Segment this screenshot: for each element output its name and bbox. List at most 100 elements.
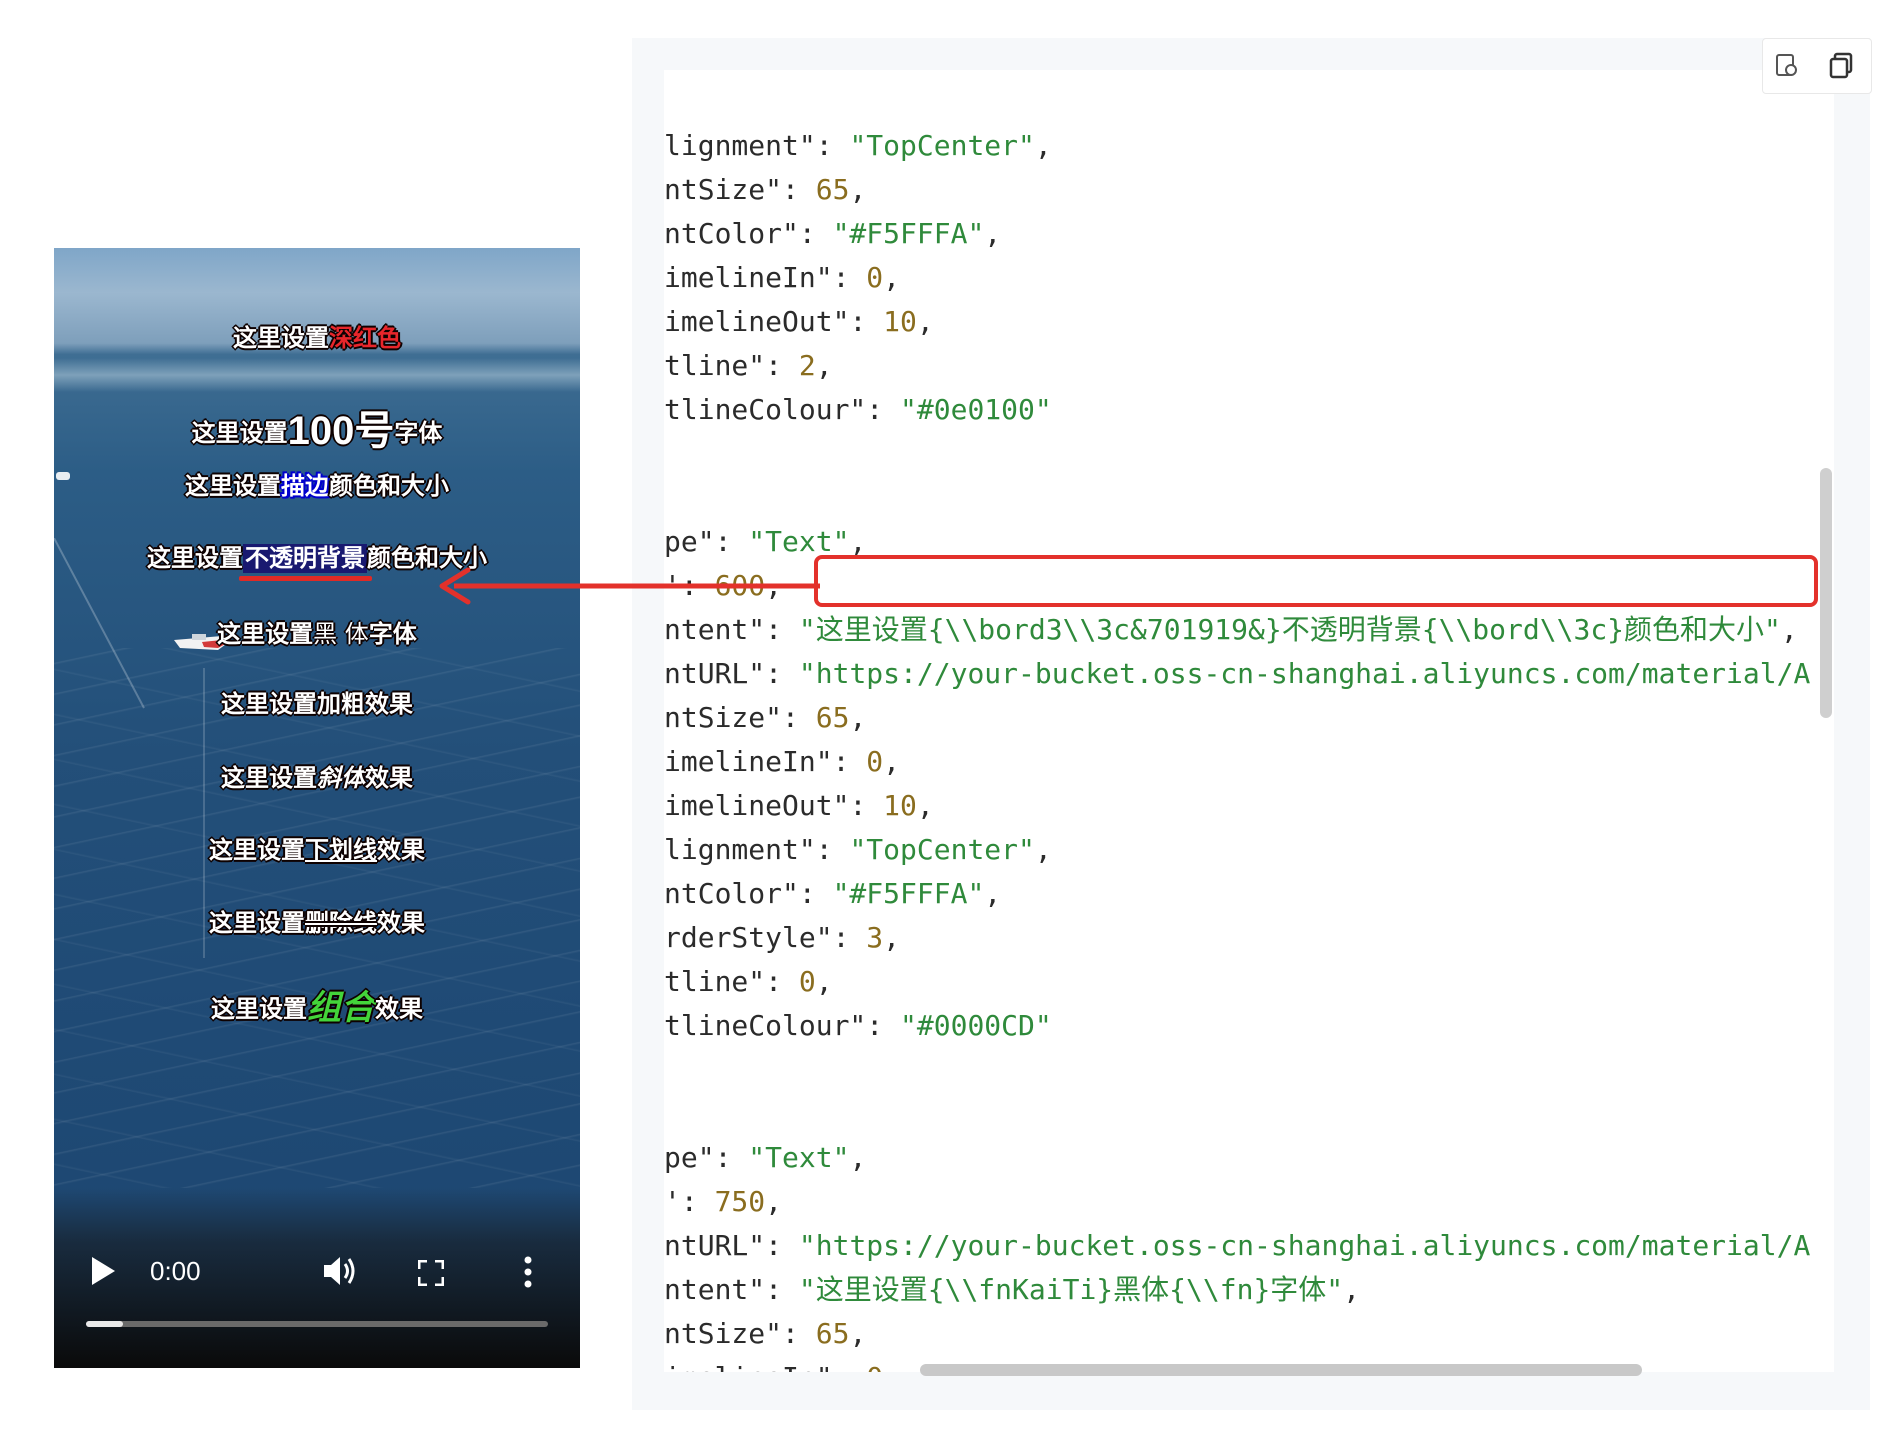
code-key: imelineOut"	[664, 789, 850, 822]
subtitle-size-100: 这里设置100号字体	[191, 409, 443, 453]
code-viewer[interactable]: lignment": "TopCenter", ntSize": 65, ntCol…	[664, 70, 1834, 1372]
code-punctuation: ,	[916, 789, 934, 822]
code-separator: :	[714, 525, 749, 558]
vertical-scrollbar[interactable]	[1820, 468, 1832, 718]
code-line: ': 750,	[664, 1180, 782, 1224]
code-key: ntURL"	[664, 657, 766, 690]
code-separator: :	[832, 261, 867, 294]
code-key: ntSize"	[664, 173, 783, 206]
code-separator: :	[680, 1185, 715, 1218]
code-value: "https://your-bucket.oss-cn-shanghai.ali…	[798, 657, 1811, 690]
code-line: ntColor": "#F5FFFA",	[664, 212, 1001, 256]
code-punctuation: ,	[849, 1141, 867, 1174]
code-line: ntSize": 65,	[664, 168, 866, 212]
code-value: 3	[866, 921, 884, 954]
code-value: "这里设置{\\fnKaiTi}黑体{\\fn}字体"	[798, 1273, 1344, 1306]
code-separator: :	[782, 1317, 816, 1350]
code-line: imelineOut": 10,	[664, 300, 934, 344]
code-line: lignment": "TopCenter",	[664, 828, 1052, 872]
code-value: "TopCenter"	[849, 833, 1035, 866]
code-line: rderStyle": 3,	[664, 916, 900, 960]
code-line: imelineOut": 10,	[664, 784, 934, 828]
subtitle-outline-color: 这里设置描边颜色和大小	[185, 473, 449, 500]
code-line: pe": "Text",	[664, 1136, 866, 1180]
code-key: ntColor"	[664, 217, 799, 250]
code-punctuation: ,	[849, 173, 867, 206]
subtitle-kaiti-font: 这里设置黑 体字体	[217, 620, 417, 648]
code-key: ntSize"	[664, 1317, 783, 1350]
boat-wake-lines	[54, 538, 205, 958]
code-key: imelineIn"	[664, 745, 833, 778]
more-vertical-icon[interactable]	[524, 1256, 532, 1288]
code-panel: lignment": "TopCenter", ntSize": 65, ntCol…	[632, 38, 1872, 1410]
code-value: 65	[815, 1317, 850, 1350]
code-value: 0	[866, 745, 884, 778]
code-line: ntColor": "#F5FFFA",	[664, 872, 1001, 916]
code-punctuation: ,	[883, 1361, 900, 1372]
code-punctuation: ,	[1034, 833, 1052, 866]
subtitle-bold: 这里设置加粗效果	[221, 691, 413, 718]
code-line: tlineColour": "#0e0100"	[664, 388, 1052, 432]
code-separator: :	[765, 349, 799, 382]
code-punctuation: ,	[984, 877, 1002, 910]
code-value: 65	[815, 701, 850, 734]
code-key: ntent"	[664, 1273, 766, 1306]
code-separator: :	[765, 613, 799, 646]
code-separator: :	[832, 745, 867, 778]
progress-bar[interactable]	[86, 1321, 548, 1327]
code-value: 0	[798, 965, 816, 998]
code-punctuation: ,	[883, 745, 901, 778]
code-separator: :	[815, 129, 850, 162]
code-key: ntSize"	[664, 701, 783, 734]
code-value: "https://your-bucket.oss-cn-shanghai.ali…	[798, 1229, 1811, 1262]
code-key: pe"	[664, 525, 715, 558]
code-key: ntColor"	[664, 877, 799, 910]
code-punctuation: ,	[849, 1317, 867, 1350]
fullscreen-icon[interactable]	[418, 1260, 444, 1286]
subtitle-underline: 这里设置下划线效果	[209, 837, 425, 864]
code-value: "TopCenter"	[849, 129, 1035, 162]
refresh-icon[interactable]	[1772, 50, 1802, 80]
code-punctuation: ,	[815, 349, 833, 382]
code-key: lignment"	[664, 129, 816, 162]
code-key: ntent"	[664, 613, 766, 646]
subtitle-strikethrough: 这里设置删除线效果	[209, 910, 425, 937]
code-separator: :	[714, 1141, 749, 1174]
code-value: 10	[883, 789, 917, 822]
code-key: lignment"	[664, 833, 816, 866]
code-line: tline": 2,	[664, 344, 833, 388]
code-value: 0	[866, 261, 884, 294]
code-line: tlineColour": "#0000CD"	[664, 1004, 1052, 1048]
video-player[interactable]: 这里设置深红色 这里设置100号字体 这里设置描边颜色和大小 这里设置不透明背景…	[54, 248, 580, 1368]
volume-icon[interactable]	[322, 1254, 358, 1288]
code-line: ntent": "这里设置{\\bord3\\3c&701919&}不透明背景{…	[664, 608, 1798, 652]
code-line: tline": 0,	[664, 960, 833, 1004]
code-value: "#0e0100"	[900, 393, 1052, 426]
code-line: ntent": "这里设置{\\fnKaiTi}黑体{\\fn}字体",	[664, 1268, 1360, 1312]
code-key: '	[664, 1185, 681, 1218]
code-separator: :	[849, 305, 884, 338]
code-separator: :	[765, 965, 799, 998]
code-value: 10	[883, 305, 917, 338]
code-punctuation: ,	[984, 217, 1002, 250]
code-separator: :	[782, 173, 816, 206]
annotation-underline	[239, 576, 372, 581]
play-icon[interactable]	[90, 1256, 116, 1286]
video-controls	[54, 1188, 580, 1368]
code-punctuation: ,	[883, 261, 901, 294]
code-punctuation: ,	[883, 921, 901, 954]
code-value: "Text"	[748, 525, 850, 558]
code-key: tlineColour"	[664, 393, 867, 426]
code-value: 0	[866, 1361, 883, 1372]
code-key: imelineIn"	[664, 1361, 833, 1372]
code-punctuation: ,	[849, 525, 867, 558]
code-line: ntURL": "https://your-bucket.oss-cn-shan…	[664, 1224, 1810, 1268]
code-key: rderStyle"	[664, 921, 833, 954]
code-punctuation: ,	[815, 965, 833, 998]
horizontal-scrollbar[interactable]	[920, 1364, 1642, 1376]
subtitle-italic: 这里设置斜体效果	[221, 765, 413, 792]
copy-icon[interactable]	[1826, 50, 1856, 80]
code-punctuation: ,	[1034, 129, 1052, 162]
code-key: tlineColour"	[664, 1009, 867, 1042]
subtitle-deep-red: 这里设置深红色	[233, 325, 401, 352]
